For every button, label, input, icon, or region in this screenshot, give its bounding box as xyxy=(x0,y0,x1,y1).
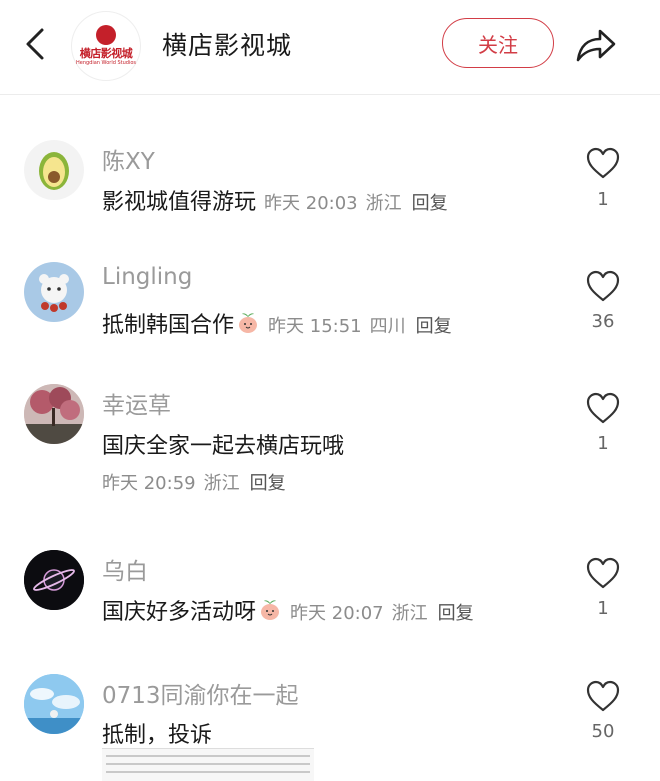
peach-emoji-icon xyxy=(239,313,258,333)
like-count: 1 xyxy=(597,433,609,454)
logo-mark xyxy=(96,25,116,45)
comment-author[interactable]: 乌白 xyxy=(102,552,148,586)
blossom-tree-avatar[interactable] xyxy=(24,384,84,444)
dark-planet-avatar[interactable] xyxy=(24,550,84,610)
reply-button[interactable]: 回复 xyxy=(412,193,448,214)
comment-meta-line: 昨天 20:59 浙江 回复 xyxy=(102,469,286,495)
avocado-avatar[interactable] xyxy=(24,140,84,200)
comment-text: 国庆好多活动呀 xyxy=(102,600,257,625)
comment-author[interactable]: 0713同渝你在一起 xyxy=(102,676,299,710)
attached-image[interactable] xyxy=(102,748,314,781)
comment-text: 国庆全家一起去横店玩哦 xyxy=(102,434,345,459)
heart-icon[interactable] xyxy=(585,391,621,425)
account-avatar[interactable]: 横店影视城 Hengdian World Studios xyxy=(72,12,140,80)
comment-location: 四川 xyxy=(369,316,406,337)
share-icon[interactable] xyxy=(574,24,618,66)
comment-text-line: 影视城值得游玩 昨天 20:03 浙江 回复 xyxy=(102,184,448,216)
heart-icon[interactable] xyxy=(585,679,621,713)
comment-time: 昨天 15:51 xyxy=(268,316,362,337)
follow-button[interactable]: 关注 xyxy=(442,18,554,68)
logo-text: 横店影视城 xyxy=(79,47,133,60)
comment-location: 浙江 xyxy=(203,473,240,494)
logo-subtext: Hengdian World Studios xyxy=(75,60,136,66)
top-bar: 横店影视城 Hengdian World Studios 横店影视城 关注 xyxy=(0,0,660,95)
peach-emoji-icon xyxy=(261,600,280,620)
like-count: 1 xyxy=(597,189,609,210)
like-count: 50 xyxy=(591,721,615,742)
cartoon-bear-avatar[interactable] xyxy=(24,262,84,322)
heart-icon[interactable] xyxy=(585,269,621,303)
comment-location: 浙江 xyxy=(391,603,428,624)
anime-sky-avatar[interactable] xyxy=(24,674,84,734)
comment-location: 浙江 xyxy=(365,193,402,214)
comment-text: 抵制韩国合作 xyxy=(102,313,235,338)
comment-text: 抵制，投诉 xyxy=(102,723,213,748)
comment-author[interactable]: Lingling xyxy=(102,264,192,290)
reply-button[interactable]: 回复 xyxy=(250,473,286,494)
comment-text-line: 抵制韩国合作 昨天 15:51 四川 回复 xyxy=(102,307,452,339)
heart-icon[interactable] xyxy=(585,146,621,180)
comment-time: 昨天 20:59 xyxy=(102,473,196,494)
reply-button[interactable]: 回复 xyxy=(416,316,452,337)
comment-time: 昨天 20:03 xyxy=(264,193,358,214)
reply-button[interactable]: 回复 xyxy=(438,603,474,624)
like-count: 36 xyxy=(591,311,615,332)
chevron-left-icon[interactable] xyxy=(18,26,52,62)
comment-author[interactable]: 陈XY xyxy=(102,142,155,176)
comment-time: 昨天 20:07 xyxy=(290,603,384,624)
account-title[interactable]: 横店影视城 xyxy=(162,26,292,62)
comment-text: 影视城值得游玩 xyxy=(102,190,257,215)
comment-author[interactable]: 幸运草 xyxy=(102,386,171,420)
comment-text-line: 国庆好多活动呀 昨天 20:07 浙江 回复 xyxy=(102,594,474,626)
like-count: 1 xyxy=(597,598,609,619)
heart-icon[interactable] xyxy=(585,556,621,590)
